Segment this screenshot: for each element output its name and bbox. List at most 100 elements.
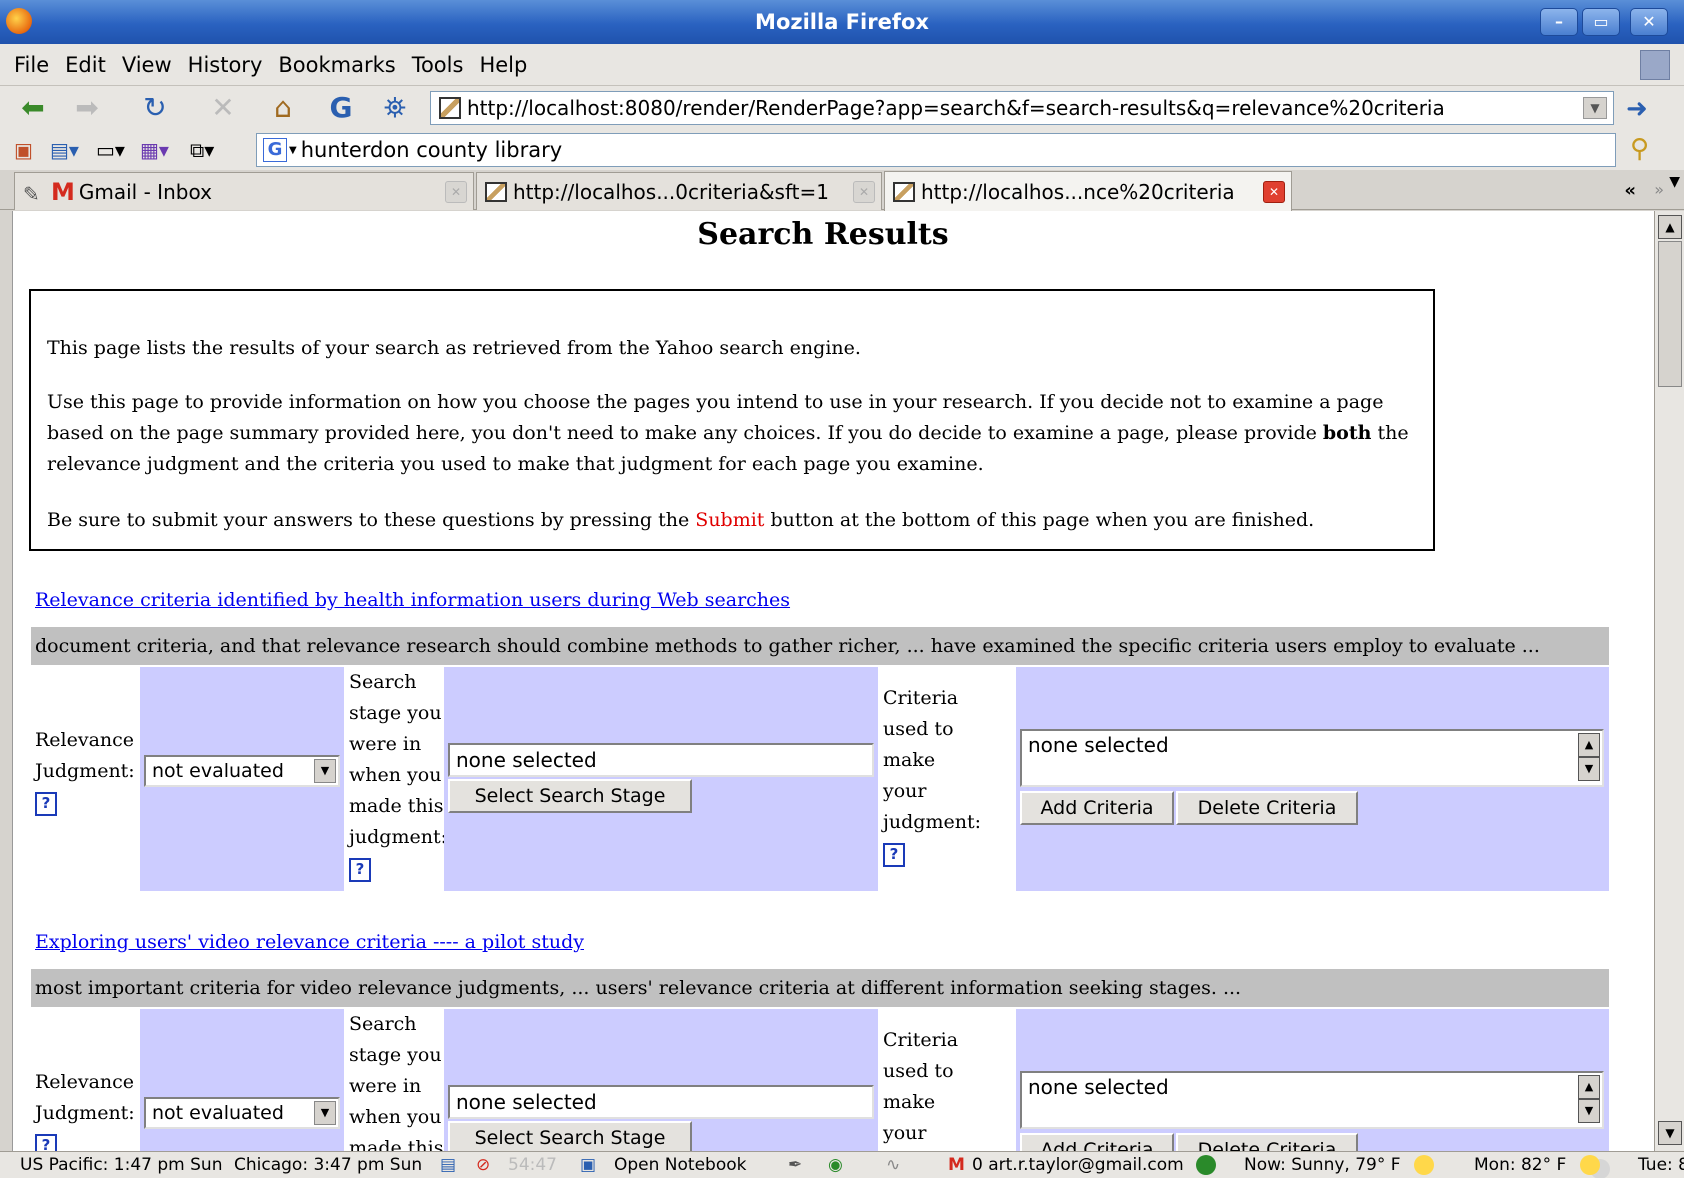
- engine-dropdown-icon[interactable]: ▼: [289, 145, 297, 156]
- tab-scroll-left-icon[interactable]: «: [1624, 180, 1636, 201]
- layout-icon[interactable]: ⧉▾: [190, 136, 214, 164]
- evaluation-row: Relevance Judgment: ? not evaluated ▼ Sea…: [31, 667, 1609, 891]
- tab-label: Gmail - Inbox: [78, 179, 212, 204]
- scroll-up-icon[interactable]: ▲: [1578, 1075, 1600, 1099]
- navigation-toolbar: ⬅ ➡ ↻ ✕ ⌂ G ⛯ http://localhost:8080/rend…: [0, 86, 1684, 130]
- sidebar-icon[interactable]: ▤▾: [50, 136, 79, 164]
- help-icon[interactable]: ?: [35, 1134, 57, 1151]
- criteria-label: Criteriaused tomakeyourjudgment: ?: [883, 1029, 959, 1144]
- menu-file[interactable]: File: [0, 44, 57, 86]
- relevance-label: Relevance Judgment: ?: [35, 725, 135, 818]
- criteria-cell: none selected ▲ ▼ Add Criteria Delete Cr…: [1016, 667, 1609, 891]
- submit-mention: Submit: [695, 509, 765, 531]
- search-stage-field[interactable]: none selected: [448, 1085, 874, 1119]
- select-search-stage-button[interactable]: Select Search Stage: [448, 779, 692, 813]
- chevron-down-icon[interactable]: ▼: [314, 1101, 336, 1125]
- search-box[interactable]: G ▼ hunterdon county library: [256, 133, 1616, 167]
- minimize-button[interactable]: –: [1540, 8, 1578, 36]
- help-icon[interactable]: ?: [883, 843, 905, 867]
- gmail-status[interactable]: 0 art.r.taylor@gmail.com: [972, 1152, 1184, 1178]
- maximize-button[interactable]: ▭: [1582, 8, 1620, 36]
- tab-close-icon[interactable]: ✕: [1263, 180, 1285, 203]
- tab-results-1[interactable]: http://localhos...0criteria&sft=1 ✕: [476, 172, 882, 210]
- weather-tuesday[interactable]: Tue: 8: [1638, 1152, 1684, 1178]
- search-stage-cell: none selected Select Search Stage: [444, 667, 878, 891]
- select-search-stage-button[interactable]: Select Search Stage: [448, 1121, 692, 1151]
- delete-criteria-button[interactable]: Delete Criteria: [1176, 791, 1358, 825]
- search-magnifier-icon[interactable]: ⚲: [1630, 134, 1649, 164]
- timer-icon[interactable]: ⊘: [476, 1152, 490, 1178]
- add-criteria-button[interactable]: Add Criteria: [1020, 791, 1174, 825]
- weather-monday[interactable]: Mon: 82° F: [1474, 1152, 1566, 1178]
- search-text[interactable]: hunterdon county library: [301, 138, 562, 162]
- tab-results-2[interactable]: http://localhos...nce%20criteria ✕: [884, 171, 1292, 211]
- window-titlebar: Mozilla Firefox – ▭ ✕: [0, 0, 1684, 44]
- tab-close-icon[interactable]: ✕: [853, 180, 875, 203]
- menu-bookmarks[interactable]: Bookmarks: [270, 44, 403, 86]
- menu-tools[interactable]: Tools: [404, 44, 472, 86]
- stop-icon[interactable]: ✕: [206, 92, 240, 124]
- chevron-down-icon[interactable]: ▼: [314, 759, 336, 783]
- forward-icon[interactable]: ➡: [70, 92, 104, 124]
- evaluation-row: Relevance Judgment: ? not evaluated ▼ Sea…: [31, 1009, 1609, 1151]
- search-stage-field[interactable]: none selected: [448, 743, 874, 777]
- result-title-link[interactable]: Relevance criteria identified by health …: [35, 589, 790, 611]
- google-g-icon[interactable]: G: [324, 92, 358, 124]
- timer-text: 54:47: [508, 1155, 557, 1175]
- menu-history[interactable]: History: [180, 44, 271, 86]
- scroll-up-icon[interactable]: ▲: [1578, 733, 1600, 757]
- tab-gmail[interactable]: ✎ M Gmail - Inbox ✕: [14, 172, 474, 210]
- scroll-down-icon[interactable]: ▼: [1578, 757, 1600, 781]
- criteria-cell: none selected ▲ ▼ Add Criteria Delete Cr…: [1016, 1009, 1609, 1151]
- relevance-judgment-select[interactable]: not evaluated ▼: [144, 1097, 340, 1129]
- help-icon[interactable]: ?: [349, 858, 371, 882]
- bookmark-star-icon[interactable]: ⛯: [378, 92, 412, 124]
- back-icon[interactable]: ⬅: [16, 92, 50, 124]
- menu-help[interactable]: Help: [471, 44, 535, 86]
- menu-view[interactable]: View: [114, 44, 180, 86]
- page-icon: [485, 181, 507, 202]
- criteria-listbox[interactable]: none selected ▲ ▼: [1020, 729, 1604, 787]
- tab-close-icon[interactable]: ✕: [445, 180, 467, 203]
- scroll-down-icon[interactable]: ▼: [1578, 1099, 1600, 1123]
- search-engine-icon[interactable]: G: [263, 138, 287, 162]
- weather-now[interactable]: Now: Sunny, 79° F: [1244, 1152, 1401, 1178]
- result-summary: document criteria, and that relevance re…: [31, 627, 1609, 665]
- delete-criteria-button[interactable]: Delete Criteria: [1176, 1133, 1358, 1151]
- grid-icon[interactable]: ▦▾: [140, 136, 169, 164]
- menu-edit[interactable]: Edit: [57, 44, 114, 86]
- window-icon[interactable]: ▭▾: [96, 136, 125, 164]
- scrollbar-thumb[interactable]: [1658, 241, 1682, 387]
- criteria-listbox[interactable]: none selected ▲ ▼: [1020, 1071, 1604, 1129]
- criteria-label: Criteriaused tomakeyourjudgment: ?: [883, 683, 981, 869]
- page-content: Search Results This page lists the resul…: [12, 211, 1654, 1151]
- url-bar[interactable]: http://localhost:8080/render/RenderPage?…: [430, 91, 1614, 125]
- notebook-link[interactable]: Open Notebook: [614, 1152, 747, 1178]
- scribble-icon[interactable]: ∿: [886, 1152, 900, 1178]
- page-icon: [439, 97, 461, 119]
- url-text[interactable]: http://localhost:8080/render/RenderPage?…: [467, 96, 1583, 120]
- addon-icon[interactable]: ▣: [14, 136, 33, 164]
- reload-icon[interactable]: ↻: [138, 92, 172, 124]
- tab-scroll-right-icon[interactable]: »: [1654, 180, 1664, 199]
- intro-paragraph-3: Be sure to submit your answers to these …: [47, 509, 1315, 531]
- scroll-down-icon[interactable]: ▼: [1658, 1121, 1682, 1145]
- feather-icon[interactable]: ✒: [788, 1152, 802, 1178]
- go-icon[interactable]: ➜: [1626, 94, 1648, 124]
- tab-label: http://localhos...0criteria&sft=1: [513, 179, 829, 204]
- result-title-link[interactable]: Exploring users' video relevance criteri…: [35, 931, 584, 953]
- clock-chicago: Chicago: 3:47 pm Sun: [234, 1155, 423, 1175]
- close-window-button[interactable]: ✕: [1630, 8, 1668, 36]
- relevance-judgment-select[interactable]: not evaluated ▼: [144, 755, 340, 787]
- page-scrollbar[interactable]: ▲ ▼: [1654, 211, 1684, 1151]
- gmail-icon[interactable]: M: [948, 1152, 965, 1178]
- scroll-up-icon[interactable]: ▲: [1658, 215, 1682, 239]
- sync-icon[interactable]: ◉: [828, 1152, 843, 1178]
- notebook-icon[interactable]: ▣: [580, 1152, 596, 1178]
- url-dropdown-icon[interactable]: ▼: [1583, 97, 1607, 119]
- clipboard-icon[interactable]: ▤: [440, 1152, 456, 1178]
- tab-list-icon[interactable]: ▼: [1669, 174, 1680, 190]
- help-icon[interactable]: ?: [35, 792, 57, 816]
- home-icon[interactable]: ⌂: [266, 92, 300, 124]
- add-criteria-button[interactable]: Add Criteria: [1020, 1133, 1174, 1151]
